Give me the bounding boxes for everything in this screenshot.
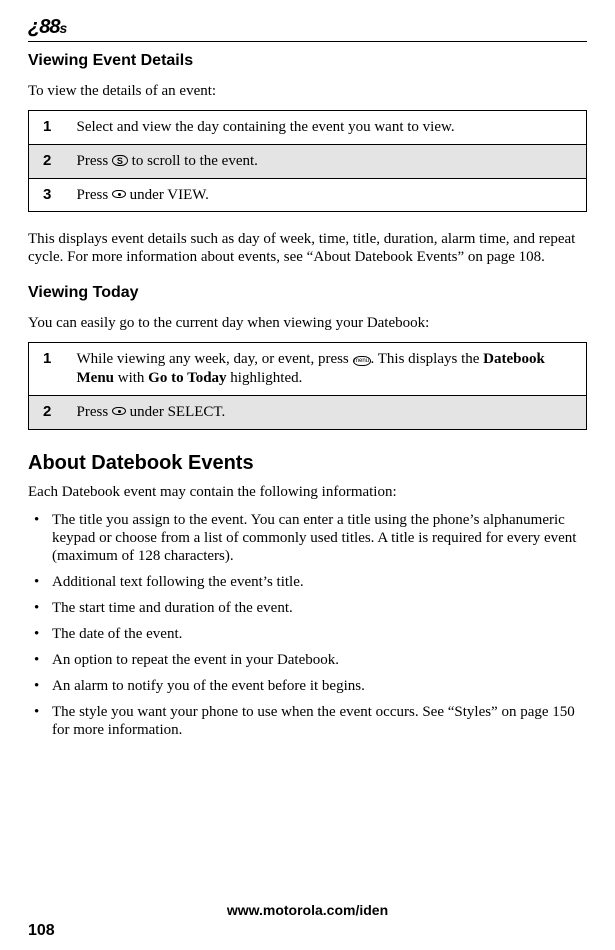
heading-viewing-today: Viewing Today — [28, 284, 587, 302]
list-item: An option to repeat the event in your Da… — [28, 651, 587, 669]
step-text: Press under SELECT. — [63, 395, 587, 429]
scroll-key-icon: S — [112, 155, 128, 166]
paragraph: This displays event details such as day … — [28, 230, 587, 266]
list-item: An alarm to notify you of the event befo… — [28, 677, 587, 695]
list-item: The start time and duration of the event… — [28, 599, 587, 617]
table-row: 2 Press under SELECT. — [29, 395, 587, 429]
step-number: 3 — [29, 178, 63, 212]
step-text: Press S to scroll to the event. — [63, 144, 587, 178]
step-text: While viewing any week, day, or event, p… — [63, 343, 587, 396]
step-number: 1 — [29, 343, 63, 396]
footer-url: www.motorola.com/iden — [0, 902, 615, 918]
list-item: The style you want your phone to use whe… — [28, 703, 587, 739]
step-text: Press under VIEW. — [63, 178, 587, 212]
list-item: The title you assign to the event. You c… — [28, 511, 587, 565]
steps-table-2: 1 While viewing any week, day, or event,… — [28, 342, 587, 429]
soft-key-icon — [112, 190, 126, 198]
table-row: 2 Press S to scroll to the event. — [29, 144, 587, 178]
list-item: Additional text following the event’s ti… — [28, 573, 587, 591]
step-number: 2 — [29, 144, 63, 178]
table-row: 3 Press under VIEW. — [29, 178, 587, 212]
step-text: Select and view the day containing the e… — [63, 111, 587, 145]
step-number: 1 — [29, 111, 63, 145]
step-number: 2 — [29, 395, 63, 429]
bullet-list: The title you assign to the event. You c… — [28, 511, 587, 739]
soft-key-icon — [112, 407, 126, 415]
heading-about-datebook-events: About Datebook Events — [28, 452, 587, 475]
intro-text: To view the details of an event: — [28, 82, 587, 100]
list-item: The date of the event. — [28, 625, 587, 643]
intro-text: Each Datebook event may contain the foll… — [28, 483, 587, 501]
intro-text: You can easily go to the current day whe… — [28, 314, 587, 332]
steps-table-1: 1 Select and view the day containing the… — [28, 110, 587, 212]
device-logo: ¿88s — [28, 16, 587, 39]
page-number: 108 — [28, 922, 55, 940]
divider — [28, 41, 587, 42]
table-row: 1 While viewing any week, day, or event,… — [29, 343, 587, 396]
menu-key-icon: menu — [353, 356, 371, 366]
table-row: 1 Select and view the day containing the… — [29, 111, 587, 145]
heading-viewing-event-details: Viewing Event Details — [28, 52, 587, 70]
